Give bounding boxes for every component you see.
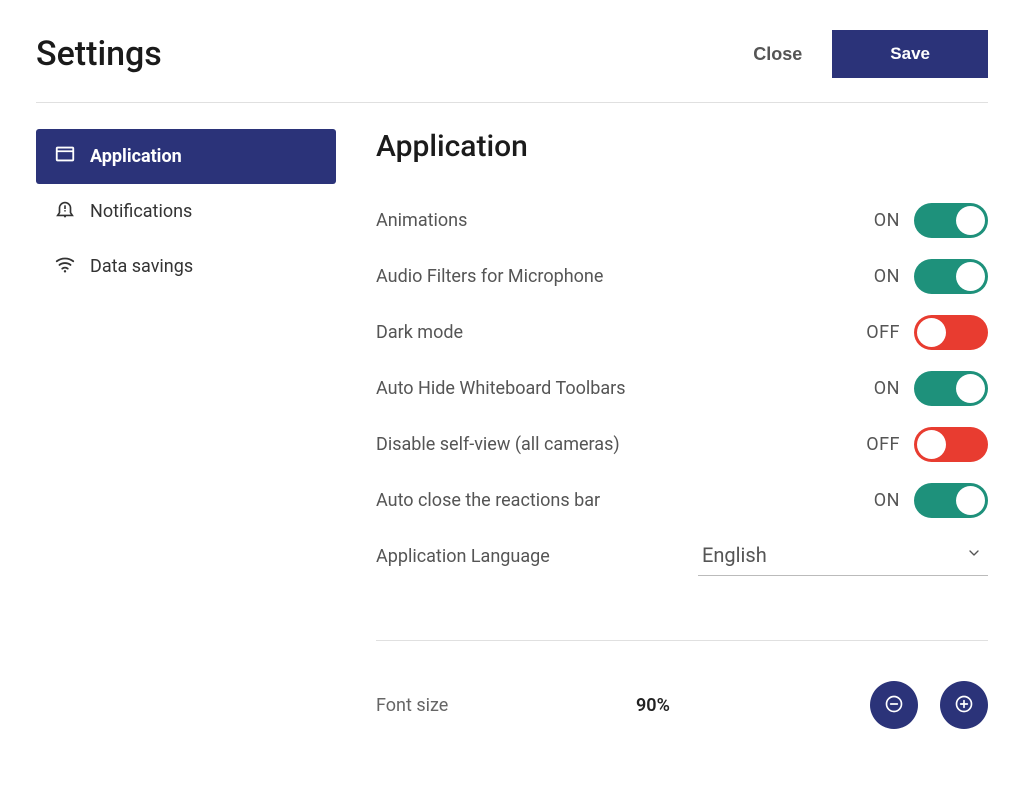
window-icon — [54, 143, 76, 170]
toggle-auto-hide-toolbars[interactable] — [914, 371, 988, 406]
wifi-icon — [54, 253, 76, 280]
save-button[interactable]: Save — [832, 30, 988, 78]
font-size-actions — [870, 681, 988, 729]
toggle-animations[interactable] — [914, 203, 988, 238]
toggle-auto-close-reactions[interactable] — [914, 483, 988, 518]
toggle-audio-filters[interactable] — [914, 259, 988, 294]
sidebar-item-data-savings[interactable]: Data savings — [36, 239, 336, 294]
toggle-state-text: OFF — [866, 434, 900, 455]
divider — [376, 640, 988, 641]
toggle-disable-self-view[interactable] — [914, 427, 988, 462]
toggle-group: ON — [874, 371, 988, 406]
setting-label: Dark mode — [376, 322, 463, 343]
toggle-group: ON — [874, 259, 988, 294]
setting-row-auto-hide-toolbars: Auto Hide Whiteboard Toolbars ON — [376, 360, 988, 416]
setting-row-disable-self-view: Disable self-view (all cameras) OFF — [376, 416, 988, 472]
setting-row-language: Application Language English — [376, 528, 988, 584]
toggle-dark-mode[interactable] — [914, 315, 988, 350]
language-select[interactable]: English — [698, 537, 988, 576]
minus-icon — [884, 694, 904, 717]
toggle-group: OFF — [866, 315, 988, 350]
setting-label: Auto close the reactions bar — [376, 490, 600, 511]
setting-row-animations: Animations ON — [376, 192, 988, 248]
toggle-group: OFF — [866, 427, 988, 462]
setting-row-font-size: Font size 90% — [376, 681, 988, 729]
setting-row-audio-filters: Audio Filters for Microphone ON — [376, 248, 988, 304]
toggle-state-text: OFF — [866, 322, 900, 343]
setting-row-dark-mode: Dark mode OFF — [376, 304, 988, 360]
plus-icon — [954, 694, 974, 717]
setting-label: Disable self-view (all cameras) — [376, 434, 620, 455]
close-button[interactable]: Close — [747, 43, 808, 66]
toggle-state-text: ON — [874, 490, 900, 511]
decrease-font-size-button[interactable] — [870, 681, 918, 729]
setting-row-auto-close-reactions: Auto close the reactions bar ON — [376, 472, 988, 528]
sidebar-item-label: Data savings — [90, 256, 193, 277]
sidebar-item-notifications[interactable]: Notifications — [36, 184, 336, 239]
toggle-group: ON — [874, 203, 988, 238]
toggle-state-text: ON — [874, 210, 900, 231]
toggle-state-text: ON — [874, 378, 900, 399]
increase-font-size-button[interactable] — [940, 681, 988, 729]
language-value: English — [702, 543, 767, 567]
bell-icon — [54, 198, 76, 225]
sidebar-item-application[interactable]: Application — [36, 129, 336, 184]
sidebar-item-label: Application — [90, 146, 182, 167]
page-title: Settings — [36, 34, 162, 74]
setting-label: Audio Filters for Microphone — [376, 266, 603, 287]
settings-sidebar: Application Notifications Data savings — [36, 129, 336, 729]
chevron-down-icon — [966, 545, 982, 565]
sidebar-item-label: Notifications — [90, 201, 192, 222]
setting-label: Font size — [376, 695, 636, 716]
setting-label: Auto Hide Whiteboard Toolbars — [376, 378, 626, 399]
toggle-group: ON — [874, 483, 988, 518]
setting-label: Animations — [376, 210, 467, 231]
settings-body: Application Notifications Data savings A… — [36, 129, 988, 729]
settings-header: Settings Close Save — [36, 30, 988, 103]
font-size-value: 90% — [636, 695, 806, 716]
section-title: Application — [376, 129, 988, 164]
setting-label: Application Language — [376, 546, 550, 567]
toggle-state-text: ON — [874, 266, 900, 287]
header-actions: Close Save — [747, 30, 988, 78]
settings-main: Application Animations ON Audio Filters … — [336, 129, 988, 729]
